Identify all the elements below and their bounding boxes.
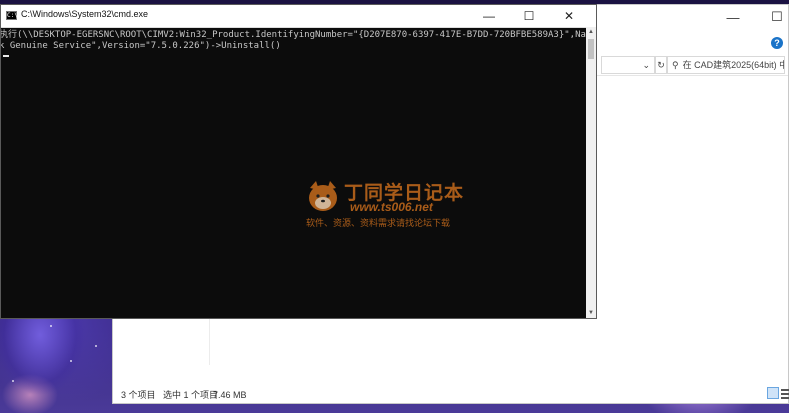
star bbox=[95, 345, 97, 347]
cmd-window[interactable]: C:\ C:\Windows\System32\cmd.exe — ☐ ✕ 执行… bbox=[0, 4, 597, 319]
watermark-tagline: 软件、资源、资料需求请找论坛下载 bbox=[306, 218, 451, 228]
shiba-dog-logo-icon bbox=[309, 181, 337, 211]
status-bar: 3 个项目 选中 1 个项目 7.46 MB bbox=[113, 386, 788, 404]
cmd-app-icon[interactable]: C:\ bbox=[6, 11, 18, 20]
explorer-maximize-button[interactable]: ☐ bbox=[755, 5, 789, 29]
selected-count-text: 选中 1 个项目 bbox=[163, 390, 219, 400]
watermark: 丁同学日记本 www.ts006.net 软件、资源、资料需求请找论坛下载 bbox=[306, 180, 486, 230]
cmd-vertical-scrollbar[interactable]: ▲ ▼ bbox=[586, 27, 596, 318]
selected-size-text: 7.46 MB bbox=[213, 390, 247, 400]
cmd-minimize-button[interactable]: — bbox=[469, 5, 509, 27]
text-cursor bbox=[3, 55, 9, 57]
scroll-up-arrow-icon[interactable]: ▲ bbox=[586, 27, 596, 37]
search-placeholder: 在 CAD建筑2025(64bit) 中... bbox=[682, 60, 785, 70]
explorer-minimize-button[interactable]: — bbox=[711, 5, 755, 29]
scroll-thumb[interactable] bbox=[588, 39, 594, 59]
cmd-maximize-button[interactable]: ☐ bbox=[509, 5, 549, 27]
star bbox=[12, 380, 14, 382]
cmd-close-button[interactable]: ✕ bbox=[549, 5, 589, 27]
cmd-window-title: C:\Windows\System32\cmd.exe bbox=[21, 9, 149, 19]
search-icon: ⚲ bbox=[672, 60, 679, 70]
details-view-button[interactable] bbox=[767, 387, 779, 399]
item-count-text: 3 个项目 bbox=[121, 390, 156, 400]
star bbox=[50, 325, 52, 327]
cmd-titlebar[interactable]: C:\ C:\Windows\System32\cmd.exe — ☐ ✕ bbox=[1, 5, 596, 28]
refresh-button[interactable]: ↻ bbox=[655, 56, 667, 74]
console-line: 执行(\\DESKTOP-EGERSNC\ROOT\CIMV2:Win32_Pr… bbox=[0, 30, 597, 40]
search-input[interactable]: ⚲ 在 CAD建筑2025(64bit) 中... bbox=[667, 56, 785, 74]
watermark-url: www.ts006.net bbox=[350, 200, 433, 214]
scroll-down-arrow-icon[interactable]: ▼ bbox=[586, 308, 596, 318]
star bbox=[70, 360, 72, 362]
address-history-dropdown[interactable]: ⌄ bbox=[601, 56, 655, 74]
large-icons-view-button[interactable] bbox=[781, 387, 789, 399]
console-line: k Genuine Service",Version="7.5.0.226")-… bbox=[0, 41, 281, 51]
help-icon[interactable]: ? bbox=[771, 37, 783, 49]
console-output[interactable]: 执行(\\DESKTOP-EGERSNC\ROOT\CIMV2:Win32_Pr… bbox=[0, 27, 596, 318]
